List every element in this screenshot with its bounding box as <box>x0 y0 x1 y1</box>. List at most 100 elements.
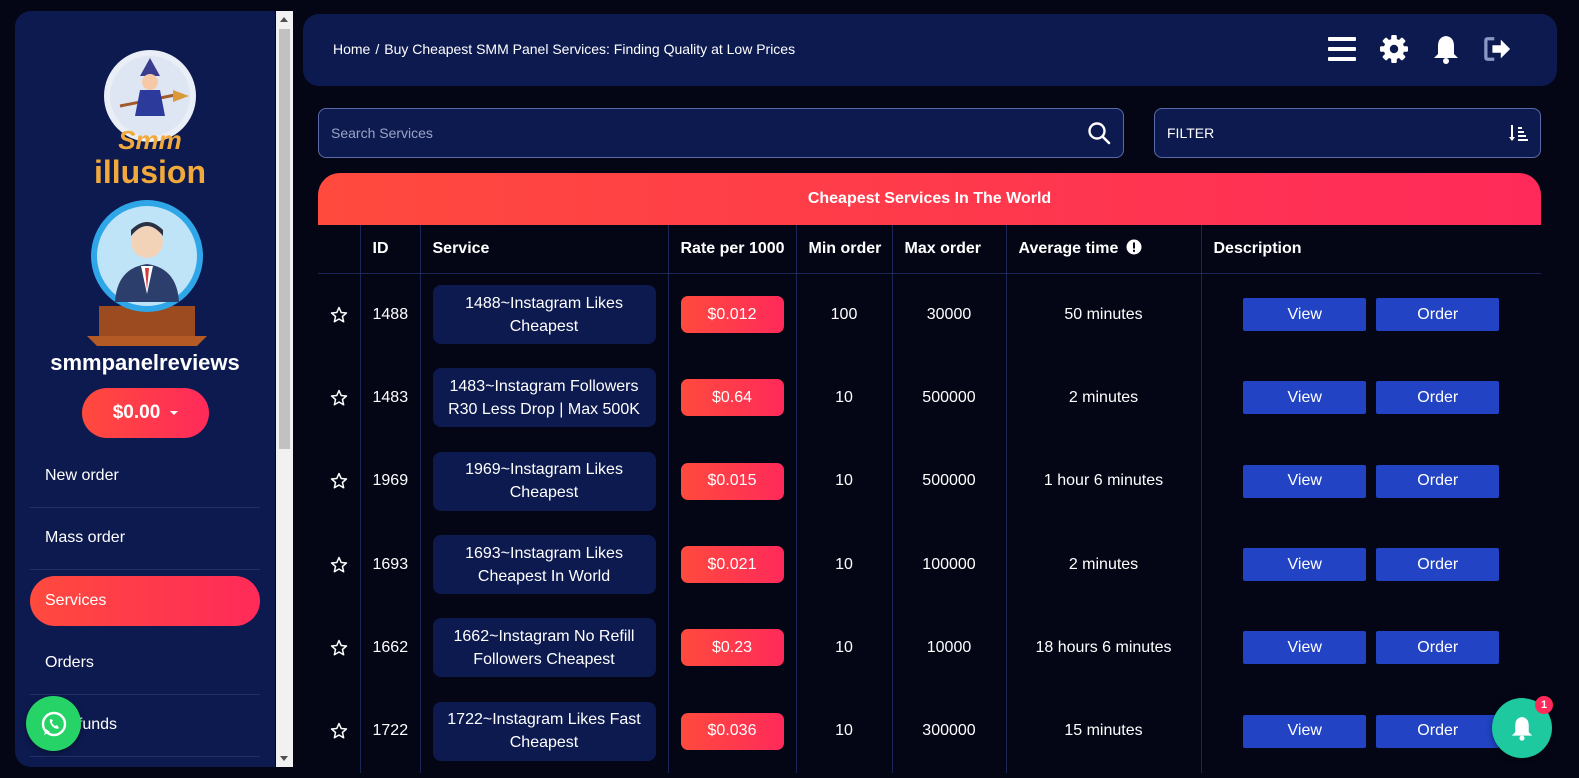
order-button[interactable]: Order <box>1376 381 1500 415</box>
table-title: Cheapest Services In The World <box>807 190 1052 207</box>
average-time: 2 minutes <box>1006 522 1202 607</box>
scroll-up-arrow-icon[interactable] <box>280 17 288 22</box>
favorite-cell <box>318 273 361 357</box>
service-cell: 1488~Instagram Likes Cheapest <box>420 273 669 357</box>
view-button[interactable]: View <box>1243 298 1367 332</box>
username: smmpanelreviews <box>50 350 240 375</box>
description-cell: View Order <box>1201 523 1541 606</box>
service-name: 1722~Instagram Likes Fast Cheapest <box>432 701 656 761</box>
col-description: Description <box>1201 225 1541 274</box>
breadcrumb: Home / Buy Cheapest SMM Panel Services: … <box>333 41 795 57</box>
star-icon[interactable] <box>330 389 348 407</box>
sidebar-item-services[interactable]: Services <box>30 576 260 626</box>
services-table: ID Service Rate per 1000 Min order Max o… <box>318 225 1541 773</box>
service-name: 1483~Instagram Followers R30 Less Drop |… <box>432 368 656 428</box>
order-button[interactable]: Order <box>1376 714 1500 748</box>
min-order: 10 <box>796 356 893 440</box>
order-button[interactable]: Order <box>1376 298 1500 332</box>
star-icon[interactable] <box>330 639 348 657</box>
min-order: 10 <box>796 439 893 523</box>
balance-dropdown[interactable]: $0.00 <box>82 388 209 438</box>
sidebar-scrollbar[interactable] <box>276 11 293 767</box>
view-button[interactable]: View <box>1243 464 1367 498</box>
smm-illusion-logo[interactable]: Smm illusion <box>85 46 215 191</box>
svg-text:illusion: illusion <box>94 154 206 190</box>
rate-cell: $0.23 <box>668 606 797 690</box>
service-cell: 1693~Instagram Likes Cheapest In World <box>420 522 669 607</box>
favorite-cell <box>318 439 361 523</box>
favorite-cell <box>318 689 361 773</box>
sort-icon <box>1509 125 1528 141</box>
breadcrumb-home-link[interactable]: Home <box>333 41 370 57</box>
service-id: 1662 <box>360 606 421 690</box>
sidebar-item-label: Services <box>45 592 107 609</box>
table-header-row: ID Service Rate per 1000 Min order Max o… <box>318 225 1541 274</box>
menu-button[interactable] <box>1328 33 1356 65</box>
description-cell: View Order <box>1201 689 1541 772</box>
min-order: 10 <box>796 522 893 607</box>
sidebar-item-new-order[interactable]: New order <box>30 445 260 508</box>
menu-icon <box>1328 37 1356 61</box>
search-icon[interactable] <box>1087 121 1111 145</box>
service-cell: 1662~Instagram No Refill Followers Cheap… <box>420 606 669 690</box>
caret-down-icon <box>170 411 179 415</box>
service-cell: 1722~Instagram Likes Fast Cheapest <box>420 689 669 773</box>
service-rate: $0.036 <box>680 712 784 750</box>
description-cell: View Order <box>1201 440 1541 523</box>
service-rate: $0.012 <box>680 296 784 334</box>
col-service: Service <box>420 225 669 274</box>
service-id: 1483 <box>360 356 421 440</box>
favorite-cell <box>318 356 361 440</box>
view-button[interactable]: View <box>1243 381 1367 415</box>
service-id: 1693 <box>360 522 421 607</box>
sidebar-item-orders[interactable]: Orders <box>30 632 260 695</box>
order-button[interactable]: Order <box>1376 464 1500 498</box>
max-order: 10000 <box>892 606 1007 690</box>
min-order: 100 <box>796 273 893 357</box>
col-min-order: Min order <box>796 225 893 274</box>
col-favorite <box>318 225 361 274</box>
star-icon[interactable] <box>330 722 348 740</box>
view-button[interactable]: View <box>1243 631 1367 665</box>
average-time: 18 hours 6 minutes <box>1006 606 1202 690</box>
table-row: 1488 1488~Instagram Likes Cheapest $0.012 1… <box>318 273 1541 357</box>
order-button[interactable]: Order <box>1376 548 1500 582</box>
logout-button[interactable] <box>1484 33 1512 65</box>
service-name: 1488~Instagram Likes Cheapest <box>432 285 656 345</box>
col-average-time-label: Average time <box>1018 240 1119 258</box>
max-order: 100000 <box>892 522 1007 607</box>
scrollbar-thumb[interactable] <box>279 29 290 449</box>
logout-icon <box>1484 37 1511 61</box>
sidebar-item-mass-order[interactable]: Mass order <box>30 508 260 570</box>
col-max-order: Max order <box>892 225 1007 274</box>
notification-widget-button[interactable]: 1 <box>1492 696 1553 758</box>
service-id: 1722 <box>360 689 421 773</box>
view-button[interactable]: View <box>1243 548 1367 582</box>
star-icon[interactable] <box>330 472 348 490</box>
whatsapp-button[interactable] <box>26 696 81 751</box>
average-time: 15 minutes <box>1006 689 1202 773</box>
max-order: 30000 <box>892 273 1007 357</box>
settings-button[interactable] <box>1380 33 1408 65</box>
table-row: 1722 1722~Instagram Likes Fast Cheapest $0… <box>318 689 1541 773</box>
service-name: 1662~Instagram No Refill Followers Cheap… <box>432 618 656 678</box>
info-icon[interactable] <box>1126 239 1142 255</box>
rate-cell: $0.012 <box>668 273 797 357</box>
star-icon[interactable] <box>330 556 348 574</box>
star-icon[interactable] <box>330 306 348 324</box>
service-rate: $0.64 <box>680 379 784 417</box>
search-input[interactable] <box>331 109 1071 157</box>
filter-dropdown[interactable]: FILTER <box>1154 108 1541 158</box>
bell-icon <box>1434 36 1458 64</box>
scroll-down-arrow-icon[interactable] <box>280 756 288 761</box>
order-button[interactable]: Order <box>1376 631 1500 665</box>
max-order: 500000 <box>892 439 1007 523</box>
view-button[interactable]: View <box>1243 714 1367 748</box>
table-row: 1483 1483~Instagram Followers R30 Less Dr… <box>318 356 1541 440</box>
table-row: 1969 1969~Instagram Likes Cheapest $0.015 1… <box>318 439 1541 523</box>
rate-cell: $0.64 <box>668 356 797 440</box>
notifications-button[interactable] <box>1432 33 1460 65</box>
sidebar-item-label: New order <box>45 466 119 484</box>
rate-cell: $0.021 <box>668 522 797 607</box>
average-time: 50 minutes <box>1006 273 1202 357</box>
